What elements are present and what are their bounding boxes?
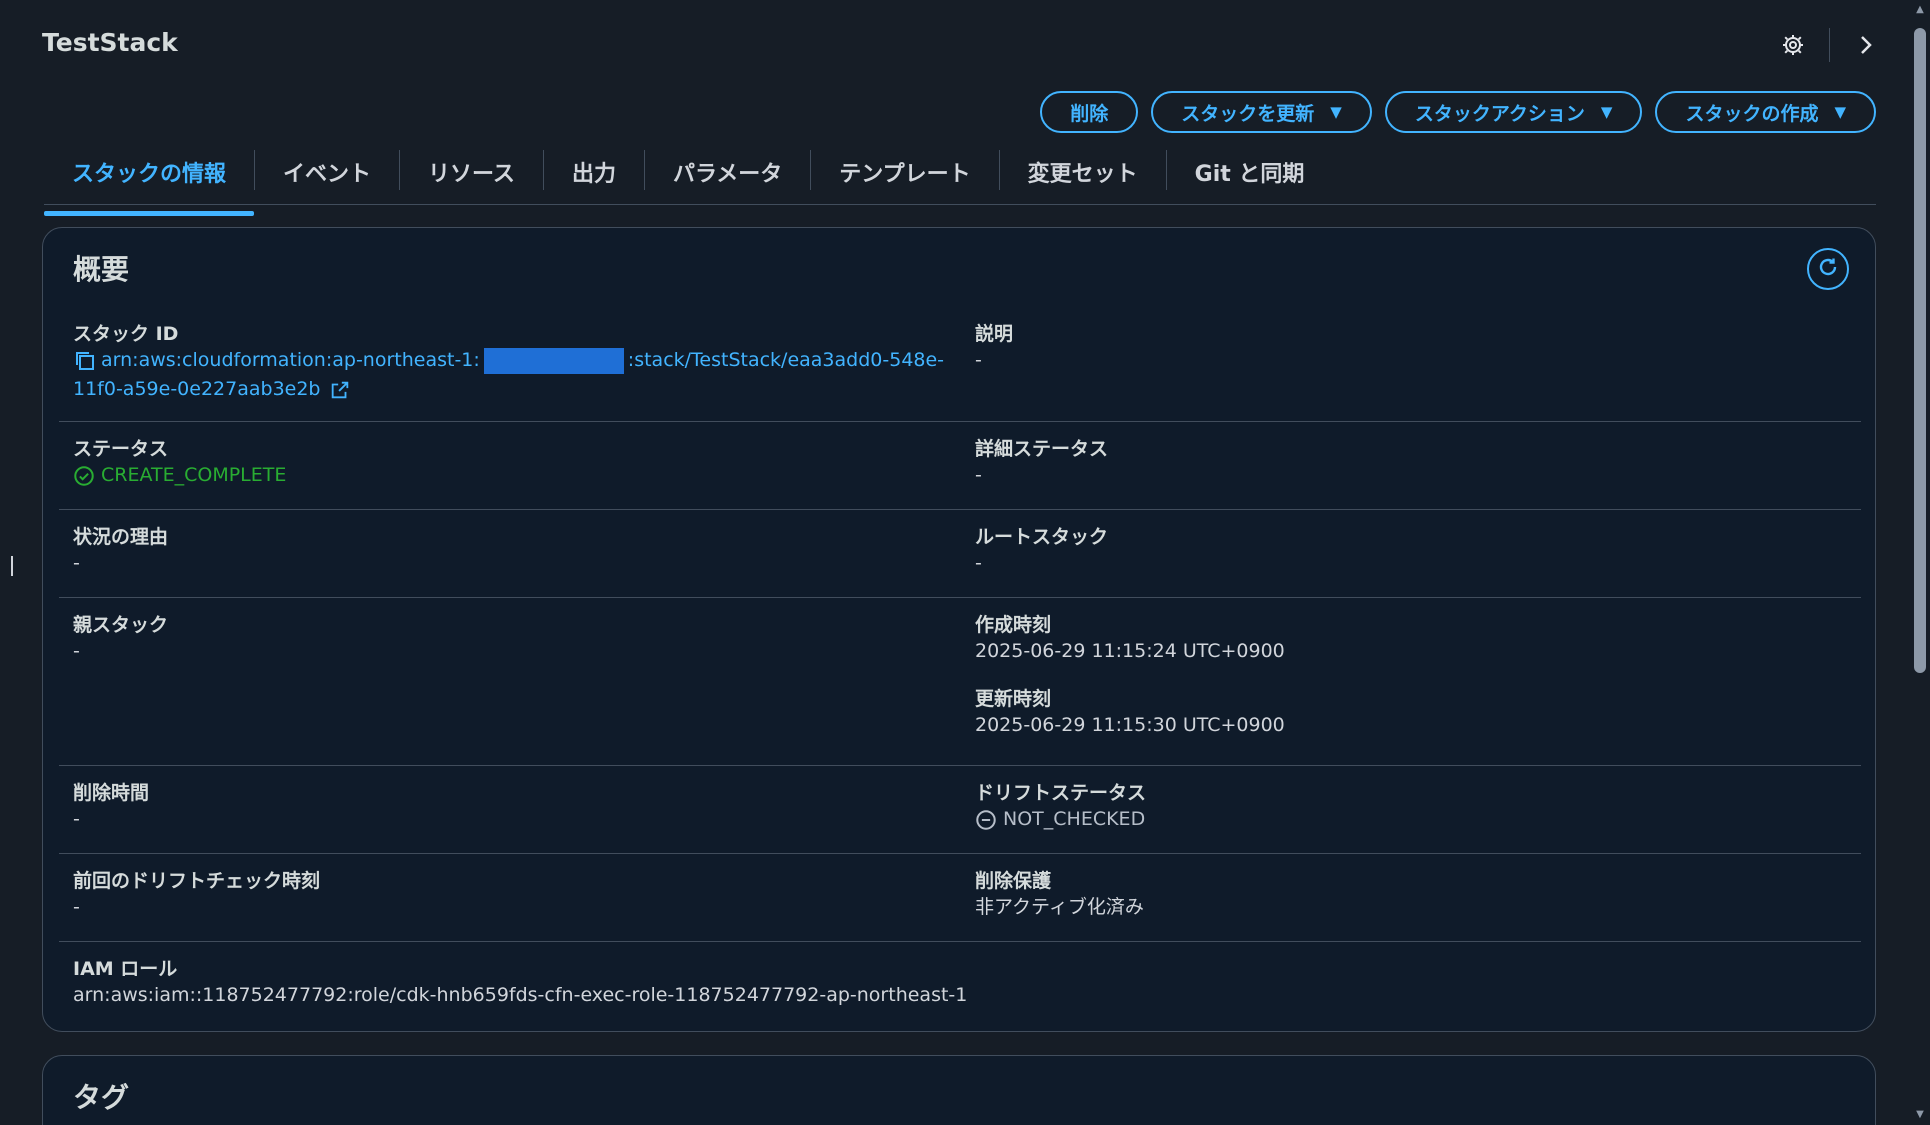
detailed-status-label: 詳細ステータス bbox=[975, 438, 1109, 460]
copy-icon[interactable] bbox=[73, 349, 97, 373]
tab-git-sync[interactable]: Git と同期 bbox=[1167, 144, 1333, 204]
tab-outputs[interactable]: 出力 bbox=[544, 144, 644, 204]
updated-time-label: 更新時刻 bbox=[975, 688, 1052, 710]
stack-id-line: arn:aws:cloudformation:ap-northeast-1: :s… bbox=[73, 346, 953, 375]
overview-row: 状況の理由 - ルートスタック - bbox=[59, 509, 1861, 598]
caret-down-icon: ▼ bbox=[1600, 103, 1613, 121]
minus-circle-icon bbox=[975, 809, 997, 831]
status-reason-value: - bbox=[73, 552, 80, 574]
tab-template[interactable]: テンプレート bbox=[811, 144, 998, 204]
scroll-up-arrow-icon[interactable]: ▲ bbox=[1914, 4, 1926, 16]
tab-stack-info[interactable]: スタックの情報 bbox=[44, 144, 255, 216]
termination-protection-label: 削除保護 bbox=[975, 870, 1052, 892]
page-title: TestStack bbox=[42, 28, 178, 57]
scroll-thumb[interactable] bbox=[1914, 28, 1926, 673]
root-stack-value: - bbox=[975, 552, 982, 574]
create-stack-button[interactable]: スタックの作成 ▼ bbox=[1655, 91, 1876, 133]
overview-row: スタック ID arn:aws:cloudformation:ap-northe… bbox=[59, 308, 1861, 422]
status-reason-label: 状況の理由 bbox=[73, 526, 169, 548]
created-time-field: 作成時刻 2025-06-29 11:15:24 UTC+0900 更新時刻 2… bbox=[975, 613, 1835, 740]
status-reason-field: 状況の理由 - bbox=[73, 525, 953, 578]
updated-time-value: 2025-06-29 11:15:30 UTC+0900 bbox=[975, 714, 1285, 736]
stack-actions-button[interactable]: スタックアクション ▼ bbox=[1384, 91, 1643, 133]
gear-icon[interactable] bbox=[1779, 31, 1807, 59]
detailed-status-value: - bbox=[975, 464, 982, 486]
overview-row: 前回のドリフトチェック時刻 - 削除保護 非アクティブ化済み bbox=[59, 853, 1861, 942]
drift-status-badge: NOT_CHECKED bbox=[975, 805, 1835, 834]
header-icons bbox=[1779, 28, 1880, 62]
caret-down-icon: ▼ bbox=[1834, 103, 1846, 121]
stack-id-prefix[interactable]: arn:aws:cloudformation:ap-northeast-1: bbox=[101, 346, 480, 375]
iam-role-field: IAM ロール arn:aws:iam::118752477792:role/c… bbox=[73, 957, 1773, 1010]
tags-title: タグ bbox=[73, 1081, 130, 1114]
status-value: CREATE_COMPLETE bbox=[101, 464, 287, 486]
deletion-time-label: 削除時間 bbox=[73, 782, 150, 804]
overview-panel: 概要 スタック ID arn:aws:cloudformation:ap-nor… bbox=[42, 227, 1876, 1032]
description-value: - bbox=[975, 349, 982, 371]
external-link-icon[interactable] bbox=[329, 379, 351, 401]
root-stack-label: ルートスタック bbox=[975, 526, 1109, 548]
overview-row: ステータス CREATE_COMPLETE 詳細ステータス - bbox=[59, 421, 1861, 510]
tab-resources[interactable]: リソース bbox=[400, 144, 543, 204]
created-time-label: 作成時刻 bbox=[975, 614, 1052, 636]
stack-action-bar: 削除 スタックを更新 ▼ スタックアクション ▼ スタックの作成 ▼ bbox=[1040, 91, 1876, 133]
overview-row: IAM ロール arn:aws:iam::118752477792:role/c… bbox=[59, 941, 1861, 1029]
last-drift-check-label: 前回のドリフトチェック時刻 bbox=[73, 870, 321, 892]
refresh-button[interactable] bbox=[1807, 248, 1849, 290]
last-drift-check-field: 前回のドリフトチェック時刻 - bbox=[73, 869, 953, 922]
deletion-time-value: - bbox=[73, 808, 80, 830]
stack-actions-label: スタックアクション bbox=[1414, 102, 1585, 125]
status-badge: CREATE_COMPLETE bbox=[73, 461, 953, 490]
tags-panel: タグ bbox=[42, 1055, 1876, 1125]
scroll-down-arrow-icon[interactable]: ▼ bbox=[1914, 1109, 1926, 1121]
root-stack-field: ルートスタック - bbox=[975, 525, 1835, 578]
deletion-time-field: 削除時間 - bbox=[73, 781, 953, 834]
delete-button-label: 削除 bbox=[1070, 102, 1109, 125]
description-label: 説明 bbox=[975, 323, 1014, 345]
stack-id-line-2: 11f0-a59e-0e227aab3e2b bbox=[73, 375, 953, 404]
refresh-icon bbox=[1816, 255, 1840, 283]
drift-status-field: ドリフトステータス NOT_CHECKED bbox=[975, 781, 1835, 834]
create-stack-label: スタックの作成 bbox=[1685, 102, 1819, 125]
stack-id-label: スタック ID bbox=[73, 323, 179, 345]
overview-row: 親スタック - 作成時刻 2025-06-29 11:15:24 UTC+090… bbox=[59, 597, 1861, 766]
overview-title: 概要 bbox=[73, 253, 130, 286]
parent-stack-value: - bbox=[73, 640, 80, 662]
scrollbar[interactable]: ▲ ▼ bbox=[1910, 0, 1930, 1125]
description-field: 説明 - bbox=[975, 322, 1835, 375]
stack-id-field: スタック ID arn:aws:cloudformation:ap-northe… bbox=[73, 322, 953, 404]
status-label: ステータス bbox=[73, 438, 169, 460]
header-divider bbox=[1829, 28, 1830, 62]
iam-role-value: arn:aws:iam::118752477792:role/cdk-hnb65… bbox=[73, 984, 968, 1006]
cloudformation-stack-page: TestStack 削除 スタックを更新 ▼ スタックアクション ▼ スタックの… bbox=[0, 0, 1930, 1125]
stack-id-line-2-text[interactable]: 11f0-a59e-0e227aab3e2b bbox=[73, 375, 321, 404]
last-drift-check-value: - bbox=[73, 896, 80, 918]
tab-parameters[interactable]: パラメータ bbox=[645, 144, 810, 204]
status-field: ステータス CREATE_COMPLETE bbox=[73, 437, 953, 490]
created-time-value: 2025-06-29 11:15:24 UTC+0900 bbox=[975, 640, 1285, 662]
delete-button[interactable]: 削除 bbox=[1040, 91, 1139, 133]
caret-down-icon: ▼ bbox=[1330, 103, 1342, 121]
termination-protection-field: 削除保護 非アクティブ化済み bbox=[975, 869, 1835, 922]
stack-id-suffix[interactable]: :stack/TestStack/eaa3add0-548e- bbox=[628, 346, 944, 375]
detailed-status-field: 詳細ステータス - bbox=[975, 437, 1835, 490]
parent-stack-field: 親スタック - bbox=[73, 613, 953, 666]
update-stack-button[interactable]: スタックを更新 ▼ bbox=[1151, 91, 1372, 133]
iam-role-label: IAM ロール bbox=[73, 958, 178, 980]
update-stack-label: スタックを更新 bbox=[1181, 102, 1315, 125]
parent-stack-label: 親スタック bbox=[73, 614, 169, 636]
redacted-account-id bbox=[483, 347, 624, 374]
text-cursor bbox=[11, 556, 13, 576]
tab-events[interactable]: イベント bbox=[255, 144, 399, 204]
overview-row: 削除時間 - ドリフトステータス NOT_CHECKED bbox=[59, 765, 1861, 854]
check-circle-icon bbox=[73, 465, 95, 487]
drift-status-value: NOT_CHECKED bbox=[1003, 808, 1146, 830]
tab-change-sets[interactable]: 変更セット bbox=[1000, 144, 1166, 204]
tab-bar: スタックの情報 イベント リソース 出力 パラメータ テンプレート 変更セット … bbox=[44, 144, 1876, 216]
drift-status-label: ドリフトステータス bbox=[975, 782, 1147, 804]
termination-protection-value: 非アクティブ化済み bbox=[975, 896, 1144, 918]
chevron-right-icon[interactable] bbox=[1852, 31, 1880, 59]
